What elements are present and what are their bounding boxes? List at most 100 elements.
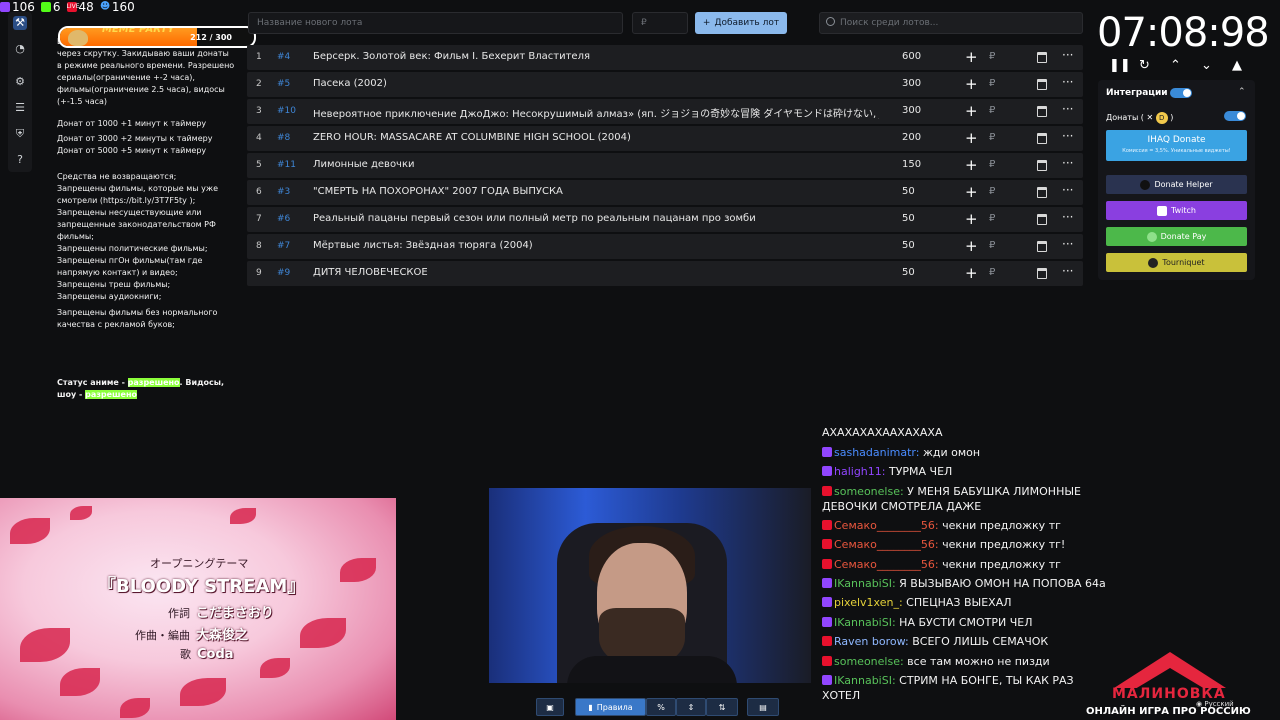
save-icon[interactable]: ▣ <box>536 698 564 716</box>
more-icon[interactable]: ··· <box>1062 237 1073 251</box>
chat-message: Семако________56: чекни предложку тг <box>822 516 1112 536</box>
lot-name[interactable]: Пасека (2002) <box>313 78 879 89</box>
lot-amount: 600 <box>902 51 922 62</box>
add-amount-button[interactable]: + <box>965 183 978 201</box>
lot-id-link[interactable]: #7 <box>277 241 290 251</box>
chevron-down-icon[interactable]: ⌄ <box>1201 58 1212 73</box>
trash-icon[interactable] <box>1037 187 1047 198</box>
lot-search-input[interactable]: Поиск среди лотов... <box>819 12 1083 34</box>
chat-message: IKannabiSI: НА БУСТИ СМОТРИ ЧЕЛ <box>822 613 1112 633</box>
meme-party-label: MEME PARTY <box>102 26 175 35</box>
ihaq-donate-button[interactable]: IHAQ Donate Комиссия = 3,5%. Уникальные … <box>1106 130 1247 161</box>
trash-icon[interactable] <box>1037 241 1047 252</box>
donate-pay-button[interactable]: Donate Pay <box>1106 227 1247 246</box>
integrations-toggle[interactable] <box>1170 88 1192 98</box>
more-icon[interactable]: ··· <box>1062 183 1073 197</box>
ruble-icon: ₽ <box>989 132 996 143</box>
trash-icon[interactable] <box>1037 160 1047 171</box>
lot-name[interactable]: ДИТЯ ЧЕЛОВЕЧЕСКОЕ <box>313 267 879 278</box>
language-selector[interactable]: ◉ Русский <box>1196 700 1234 708</box>
reset-icon[interactable]: ↻ <box>1139 58 1150 73</box>
more-icon[interactable]: ··· <box>1062 102 1073 116</box>
more-icon[interactable]: ··· <box>1062 156 1073 170</box>
add-amount-button[interactable]: + <box>965 129 978 147</box>
donate-helper-button[interactable]: Donate Helper <box>1106 175 1247 194</box>
more-icon[interactable]: ··· <box>1062 75 1073 89</box>
plus-icon: + <box>702 18 711 28</box>
trash-icon[interactable] <box>1037 133 1047 144</box>
trash-icon[interactable] <box>1037 214 1047 225</box>
lot-name[interactable]: Невероятное приключение ДжоДжо: Несокруш… <box>313 105 879 120</box>
lot-amount: 50 <box>902 267 915 278</box>
lot-amount-input[interactable]: ₽ <box>632 12 688 34</box>
collapse-icon[interactable]: ▲ <box>1232 58 1242 73</box>
percent-button[interactable]: % <box>646 698 676 716</box>
more-icon[interactable]: ··· <box>1062 210 1073 224</box>
stream-rules: Вчерез скрутку. Закидываю ваши донаты в … <box>57 36 235 406</box>
twitch-viewers: 106 <box>0 0 35 14</box>
more-icon[interactable]: ··· <box>1062 264 1073 278</box>
gavel-icon[interactable]: ⚒ <box>13 16 27 30</box>
chat-message: Семако________56: чекни предложку тг! <box>822 535 1112 555</box>
donatepay-icon: D <box>1155 112 1168 124</box>
chevron-up-icon[interactable]: ⌃ <box>1238 87 1246 97</box>
lot-id-link[interactable]: #3 <box>277 187 290 197</box>
credit-lyrics: 作詞 こだまさおり <box>168 606 274 621</box>
add-amount-button[interactable]: + <box>965 48 978 66</box>
lot-name[interactable]: Берсерк. Золотой век: Фильм I. Бехерит В… <box>313 51 879 62</box>
tourniquet-button[interactable]: Tourniquet <box>1106 253 1247 272</box>
rule-timer-1000: Донат от 1000 +1 минут к таймеру <box>57 119 207 128</box>
rule-audiobooks: Запрещены аудиокниги; <box>57 292 162 301</box>
help-icon[interactable]: ? <box>13 153 27 167</box>
lot-name-input[interactable]: Название нового лота <box>248 12 623 34</box>
gear-icon[interactable]: ⚙ <box>13 75 27 89</box>
lot-name[interactable]: "СМЕРТЬ НА ПОХОРОНАХ" 2007 ГОДА ВЫПУСКА <box>313 186 879 197</box>
pie-chart-icon[interactable]: ◔ <box>13 42 27 56</box>
malinovka-logo: МАЛИНОВКА ОНЛАЙН ИГРА ПРО РОССИЮ <box>1086 646 1256 720</box>
layers-icon[interactable]: ☰ <box>13 101 27 115</box>
chat-message: Семако________56: чекни предложку тг <box>822 555 1112 575</box>
credit-composer: 作曲・編曲 大森俊之 <box>135 628 249 643</box>
lot-id-link[interactable]: #6 <box>277 214 290 224</box>
add-amount-button[interactable]: + <box>965 210 978 228</box>
donations-toggle[interactable] <box>1224 111 1246 121</box>
pause-icon[interactable]: ❚❚ <box>1109 58 1131 73</box>
chevron-up-icon[interactable]: ⌃ <box>1170 58 1181 73</box>
twitch-icon <box>1157 205 1168 216</box>
lot-name[interactable]: Мёртвые листья: Звёздная тюряга (2004) <box>313 240 879 251</box>
add-amount-button[interactable]: + <box>965 264 978 282</box>
trash-icon[interactable] <box>1037 79 1047 90</box>
twitch-button[interactable]: Twitch <box>1106 201 1247 220</box>
trash-icon[interactable] <box>1037 106 1047 117</box>
lot-amount: 50 <box>902 213 915 224</box>
more-icon[interactable]: ··· <box>1062 48 1073 62</box>
split-icon[interactable]: ⇕ <box>676 698 706 716</box>
globe-icon: ◉ <box>1196 700 1203 708</box>
add-amount-button[interactable]: + <box>965 102 978 120</box>
add-amount-button[interactable]: + <box>965 156 978 174</box>
add-amount-button[interactable]: + <box>965 237 978 255</box>
lot-amount: 50 <box>902 186 915 197</box>
lot-name[interactable]: Реальный пацаны первый сезон или полный … <box>313 213 879 224</box>
close-icon[interactable]: ✕ <box>1146 113 1153 122</box>
lot-id-link[interactable]: #11 <box>277 160 296 170</box>
shield-icon[interactable]: ⛨ <box>13 127 27 141</box>
trash-icon[interactable] <box>1037 52 1047 63</box>
lot-amount: 300 <box>902 78 922 89</box>
add-lot-button[interactable]: + Добавить лот <box>695 12 787 34</box>
trash-icon[interactable] <box>1037 268 1047 279</box>
add-amount-button[interactable]: + <box>965 75 978 93</box>
live-badge-icon <box>822 558 832 569</box>
lot-name[interactable]: Лимонные девочки <box>313 159 879 170</box>
lot-id-link[interactable]: #4 <box>277 52 290 62</box>
lot-id-link[interactable]: #8 <box>277 133 290 143</box>
lot-name[interactable]: ZERO HOUR: MASSACARE AT COLUMBINE HIGH S… <box>313 132 879 143</box>
rules-tab-button[interactable]: ▮ Правила <box>575 698 646 716</box>
rule-adult: Запрещены пгОн фильмы(там где напрямую к… <box>57 256 203 277</box>
lot-id-link[interactable]: #10 <box>277 106 296 116</box>
lot-id-link[interactable]: #9 <box>277 268 290 278</box>
sort-icon[interactable]: ⇅ <box>706 698 738 716</box>
more-icon[interactable]: ··· <box>1062 129 1073 143</box>
lot-id-link[interactable]: #5 <box>277 79 290 89</box>
panel-icon[interactable]: ▤ <box>747 698 779 716</box>
